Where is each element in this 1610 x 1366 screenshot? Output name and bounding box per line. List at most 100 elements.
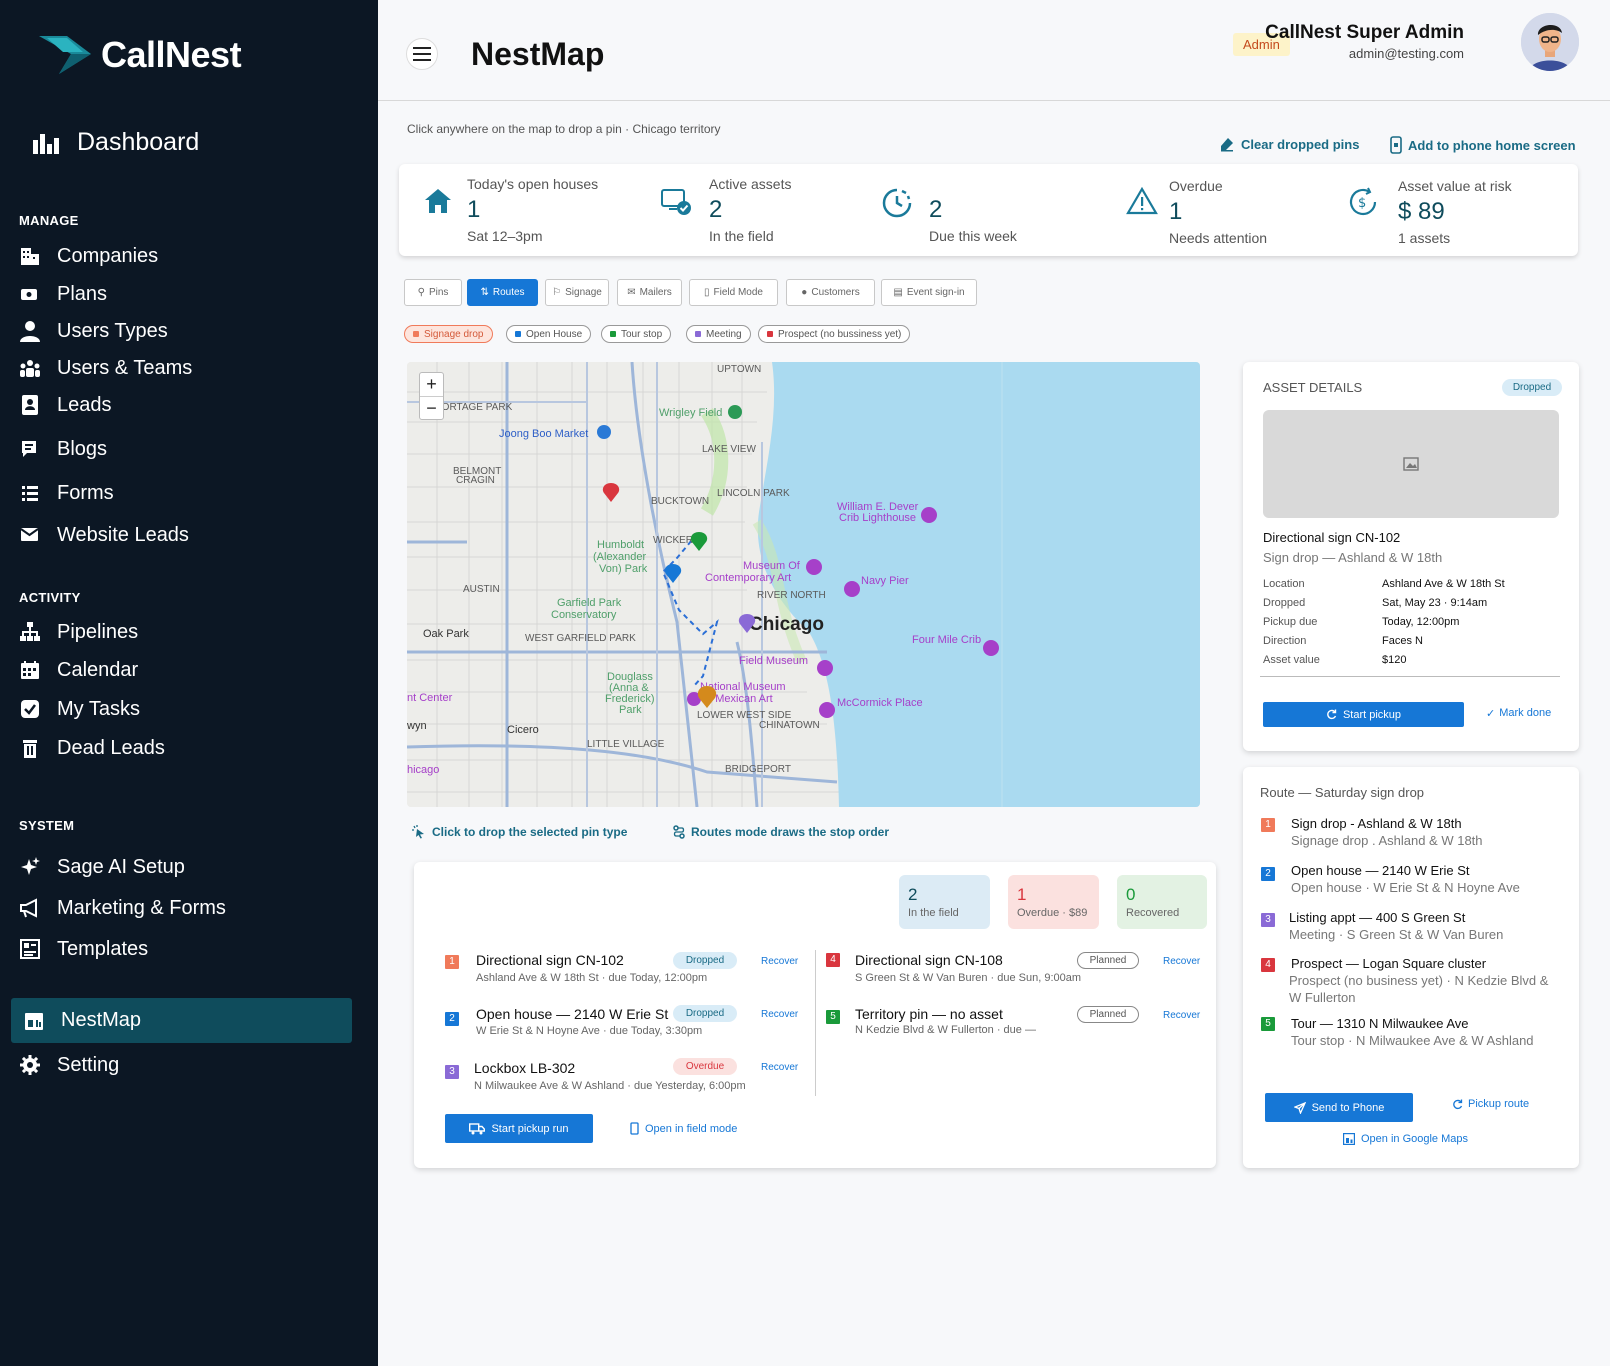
asset-details-heading: ASSET DETAILS <box>1263 380 1363 395</box>
asset-photo-placeholder[interactable] <box>1263 410 1559 518</box>
legend-signage-drop[interactable]: Signage drop <box>404 325 493 343</box>
status-badge: Overdue <box>673 1058 737 1075</box>
nav-label: Forms <box>57 481 114 504</box>
tab-pins[interactable]: ⚲ Pins <box>404 279 462 306</box>
recover-button[interactable]: Recover <box>761 956 798 967</box>
nav-dashboard[interactable]: Dashboard <box>33 128 199 157</box>
nav-label: NestMap <box>61 1009 142 1031</box>
recover-button[interactable]: Recover <box>1163 1010 1200 1021</box>
calendar-icon <box>21 661 39 679</box>
send-to-phone-button[interactable]: Send to Phone <box>1265 1093 1413 1122</box>
recover-button[interactable]: Recover <box>761 1009 798 1020</box>
list-icon <box>22 486 38 501</box>
stat-sub: Sat 12–3pm <box>467 228 543 244</box>
person-icon <box>20 321 40 342</box>
nav-label: Leads <box>57 393 112 416</box>
clear-pins-link[interactable]: Clear dropped pins <box>1219 136 1359 152</box>
kpi-value: 1 <box>1017 885 1027 904</box>
nav-setting[interactable]: Setting <box>19 1051 119 1079</box>
detail-label: Dropped <box>1263 597 1306 609</box>
recover-button[interactable]: Recover <box>761 1062 798 1073</box>
nav-companies[interactable]: Companies <box>19 242 158 270</box>
legend-tour-stop[interactable]: Tour stop <box>601 325 672 343</box>
pickup-route-button[interactable]: Pickup route <box>1452 1098 1529 1110</box>
nav-blogs[interactable]: Blogs <box>19 435 107 463</box>
recover-button[interactable]: Recover <box>1163 956 1200 967</box>
row-number: 2 <box>445 1012 459 1026</box>
hierarchy-icon <box>20 622 40 641</box>
nav-users-teams[interactable]: Users & Teams <box>19 354 192 382</box>
nav-website-leads[interactable]: Website Leads <box>19 521 189 549</box>
google-maps-label: Open in Google Maps <box>1361 1133 1469 1145</box>
start-pickup-run-button[interactable]: Start pickup run <box>445 1114 593 1143</box>
stat-value: $ 89 <box>1398 198 1445 225</box>
legend-meeting[interactable]: Meeting <box>686 325 751 343</box>
stop-sub: Meeting · S Green St & W Van Buren <box>1289 927 1504 942</box>
avatar[interactable] <box>1521 13 1579 71</box>
open-field-mode-link[interactable]: Open in field mode <box>630 1122 737 1135</box>
kpi-overdue: 1 Overdue · $89 <box>1008 875 1099 929</box>
tab-routes[interactable]: ⇅ Routes <box>467 279 538 306</box>
legend-label: Tour stop <box>621 328 663 340</box>
nav-my-tasks[interactable]: My Tasks <box>19 695 140 723</box>
drop-pin-hint[interactable]: Click to drop the selected pin type <box>412 825 627 839</box>
detail-label: Location <box>1263 578 1305 590</box>
menu-toggle-button[interactable] <box>406 38 438 70</box>
nav-users-types[interactable]: Users Types <box>19 317 168 345</box>
detail-value: $120 <box>1382 654 1407 666</box>
nav-templates[interactable]: Templates <box>19 935 148 963</box>
brand-logo[interactable]: CallNest <box>37 34 242 76</box>
map-icon <box>1343 1133 1355 1145</box>
tab-label: Pins <box>428 287 449 298</box>
eraser-icon <box>1221 138 1233 152</box>
template-icon <box>20 939 40 959</box>
checkbox-icon <box>21 700 39 718</box>
zoom-in-button[interactable]: + <box>420 373 443 397</box>
map-label: LINCOLN PARK <box>717 488 790 499</box>
stat-due-week: 2 Due this week <box>929 176 1017 244</box>
nav-plans[interactable]: Plans <box>19 280 107 308</box>
map-label: wyn <box>407 720 427 732</box>
nav-label: Pipelines <box>57 620 139 643</box>
nav-leads[interactable]: Leads <box>19 391 112 419</box>
tab-field-mode[interactable]: ▯ Field Mode <box>689 279 778 306</box>
legend-open-house[interactable]: Open House <box>506 325 592 343</box>
nav-pipelines[interactable]: Pipelines <box>19 618 138 646</box>
stats-bar: Today's open houses 1 Sat 12–3pm Active … <box>399 164 1578 256</box>
tab-event-sign-in[interactable]: ▤ Event sign-in <box>881 279 977 306</box>
user-email: admin@testing.com <box>1348 46 1464 61</box>
add-home-screen-link[interactable]: Add to phone home screen <box>1390 136 1576 154</box>
map-canvas[interactable]: PORTAGE PARK BELMONT CRAGIN LAKE VIEW LI… <box>407 362 1200 807</box>
route-mode-hint[interactable]: Routes mode draws the stop order <box>673 825 889 839</box>
stat-sub: Due this week <box>929 228 1017 244</box>
open-google-maps-link[interactable]: Open in Google Maps <box>1343 1133 1468 1145</box>
tab-customers[interactable]: ● Customers <box>786 279 875 306</box>
nav-sage-ai-setup[interactable]: Sage AI Setup <box>19 853 185 881</box>
mark-done-button[interactable]: ✓ Mark done <box>1486 707 1551 720</box>
stat-asset-value: Asset value at risk $ 89 1 assets <box>1398 178 1512 246</box>
tab-label: Field Mode <box>713 287 763 298</box>
row-number: 5 <box>826 1010 840 1024</box>
nav-dead-leads[interactable]: Dead Leads <box>19 734 165 762</box>
nav-calendar[interactable]: Calendar <box>19 656 138 684</box>
drop-hint-label: Click to drop the selected pin type <box>432 825 628 839</box>
asset-subtitle: Sign drop — Ashland & W 18th <box>1263 550 1443 565</box>
map-label: LAKE VIEW <box>702 444 756 455</box>
nav-marketing-forms[interactable]: Marketing & Forms <box>19 894 226 922</box>
nav-forms[interactable]: Forms <box>19 479 114 507</box>
tab-signage[interactable]: ⚐ Signage <box>545 279 609 306</box>
stat-label: Active assets <box>709 176 792 192</box>
legend-prospect[interactable]: Prospect (no bussiness yet) <box>758 325 911 343</box>
stat-value: 1 <box>467 196 481 223</box>
stop-sub: Signage drop . Ashland & W 18th <box>1291 833 1483 848</box>
tab-mailers[interactable]: ✉ Mailers <box>617 279 682 306</box>
signpost-icon: ⚐ <box>552 287 562 298</box>
nav-dashboard-label: Dashboard <box>77 128 200 156</box>
row-title: Lockbox LB-302 <box>474 1060 576 1076</box>
tab-label: Signage <box>565 287 602 298</box>
map-label: PORTAGE PARK <box>435 402 513 413</box>
zoom-out-button[interactable]: − <box>420 397 443 419</box>
start-pickup-button[interactable]: Start pickup <box>1263 702 1464 727</box>
kpi-value: 2 <box>908 885 918 904</box>
nav-nestmap[interactable]: NestMap <box>11 998 352 1043</box>
